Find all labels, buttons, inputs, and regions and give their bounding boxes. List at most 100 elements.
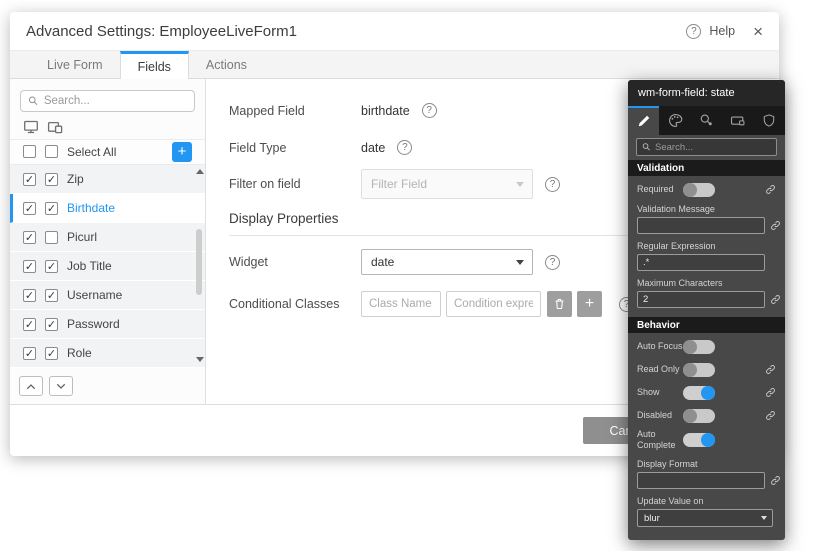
checkbox-mobile[interactable]: [45, 289, 58, 302]
checkbox-desktop[interactable]: [23, 347, 36, 360]
checkbox-desktop[interactable]: [23, 318, 36, 331]
field-row-birthdate[interactable]: Birthdate: [10, 194, 205, 223]
panel-search-input[interactable]: [655, 142, 771, 153]
search-icon: [28, 95, 39, 107]
checkbox-desktop[interactable]: [23, 231, 36, 244]
link-icon: [770, 294, 781, 305]
help-icon[interactable]: [397, 140, 412, 155]
add-field-button[interactable]: [172, 142, 192, 162]
mapped-field-value: birthdate: [361, 104, 410, 118]
mobile-devices-icon[interactable]: [47, 119, 64, 135]
checkbox-mobile[interactable]: [45, 202, 58, 215]
read-only-toggle[interactable]: [683, 363, 715, 377]
panel-title: wm-form-field: state: [628, 80, 785, 106]
dialog-header: Advanced Settings: EmployeeLiveForm1 Hel…: [10, 12, 779, 50]
widget-label: Widget: [229, 255, 361, 269]
field-type-value: date: [361, 141, 385, 155]
checkbox-desktop[interactable]: [23, 202, 36, 215]
maximum-characters-input[interactable]: [637, 291, 765, 308]
select-all-checkbox-mobile[interactable]: [45, 145, 58, 158]
field-row-job-title[interactable]: Job Title: [10, 252, 205, 281]
checkbox-mobile[interactable]: [45, 318, 58, 331]
tab-live-form[interactable]: Live Form: [30, 51, 120, 78]
bind-property-button[interactable]: [765, 364, 776, 375]
field-label: Picurl: [67, 230, 97, 244]
field-row-password[interactable]: Password: [10, 310, 205, 339]
select-all-label: Select All: [67, 145, 163, 159]
field-label: Password: [67, 317, 120, 331]
tab-device[interactable]: [722, 106, 753, 135]
auto-focus-toggle[interactable]: [683, 340, 715, 354]
display-format-input[interactable]: [637, 472, 765, 489]
panel-search[interactable]: [636, 138, 777, 156]
palette-icon: [668, 113, 683, 128]
field-row-role[interactable]: Role: [10, 339, 205, 368]
scroll-down-icon[interactable]: [196, 357, 204, 362]
required-toggle[interactable]: [683, 183, 715, 197]
tab-security[interactable]: [754, 106, 785, 135]
tab-styles[interactable]: [659, 106, 690, 135]
auto-complete-toggle[interactable]: [683, 433, 715, 447]
widget-select[interactable]: date: [361, 249, 533, 275]
field-label: Birthdate: [67, 201, 115, 215]
disabled-label: Disabled: [637, 410, 683, 421]
help-link[interactable]: Help: [709, 24, 735, 38]
checkbox-desktop[interactable]: [23, 289, 36, 302]
move-up-button[interactable]: [19, 376, 43, 396]
read-only-label: Read Only: [637, 364, 683, 375]
tab-properties[interactable]: [628, 106, 659, 135]
checkbox-mobile[interactable]: [45, 173, 58, 186]
checkbox-desktop[interactable]: [23, 173, 36, 186]
help-icon[interactable]: [545, 255, 560, 270]
search-input[interactable]: [44, 95, 187, 107]
disabled-toggle[interactable]: [683, 409, 715, 423]
bind-property-button[interactable]: [770, 294, 781, 305]
checkbox-desktop[interactable]: [23, 260, 36, 273]
bind-property-button[interactable]: [765, 387, 776, 398]
bind-property-button[interactable]: [765, 184, 776, 195]
link-icon: [765, 364, 776, 375]
bind-property-button[interactable]: [770, 475, 781, 486]
regular-expression-input[interactable]: [637, 254, 765, 271]
help-icon[interactable]: [545, 177, 560, 192]
checkbox-mobile[interactable]: [45, 260, 58, 273]
scrollbar-thumb[interactable]: [196, 229, 202, 295]
checkbox-mobile[interactable]: [45, 347, 58, 360]
validation-message-input[interactable]: [637, 217, 765, 234]
field-row-picurl[interactable]: Picurl: [10, 223, 205, 252]
help-icon[interactable]: [422, 103, 437, 118]
link-icon: [765, 184, 776, 195]
select-all-checkbox-desktop[interactable]: [23, 145, 36, 158]
desktop-icon[interactable]: [23, 119, 39, 135]
help-icon[interactable]: [686, 24, 701, 39]
bind-property-button[interactable]: [770, 220, 781, 231]
tab-actions[interactable]: Actions: [189, 51, 264, 78]
add-condition-button[interactable]: [577, 291, 602, 317]
condition-expression-input[interactable]: [446, 291, 541, 317]
class-name-input[interactable]: [361, 291, 441, 317]
show-label: Show: [637, 387, 683, 398]
close-icon[interactable]: [753, 23, 763, 40]
conditional-classes-label: Conditional Classes: [229, 297, 361, 311]
tab-fields[interactable]: Fields: [120, 51, 189, 79]
show-toggle[interactable]: [683, 386, 715, 400]
delete-condition-button[interactable]: [547, 291, 572, 317]
field-row-username[interactable]: Username: [10, 281, 205, 310]
move-down-button[interactable]: [49, 376, 73, 396]
bind-property-button[interactable]: [765, 410, 776, 421]
field-row-zip[interactable]: Zip: [10, 165, 205, 194]
filter-field-placeholder: Filter Field: [371, 177, 427, 191]
auto-focus-row: Auto Focus: [637, 339, 776, 354]
list-scrollbar[interactable]: [195, 165, 204, 368]
update-value-on-label: Update Value on: [637, 496, 776, 506]
scroll-up-icon[interactable]: [196, 169, 204, 174]
sidebar-search[interactable]: [20, 90, 195, 112]
link-icon: [770, 475, 781, 486]
chevron-down-icon: [761, 516, 767, 520]
link-icon: [765, 410, 776, 421]
regular-expression-label: Regular Expression: [637, 241, 776, 251]
field-label: Role: [67, 346, 92, 360]
update-value-on-select[interactable]: blur: [637, 509, 773, 527]
checkbox-mobile[interactable]: [45, 231, 58, 244]
tab-search-advanced[interactable]: [691, 106, 722, 135]
